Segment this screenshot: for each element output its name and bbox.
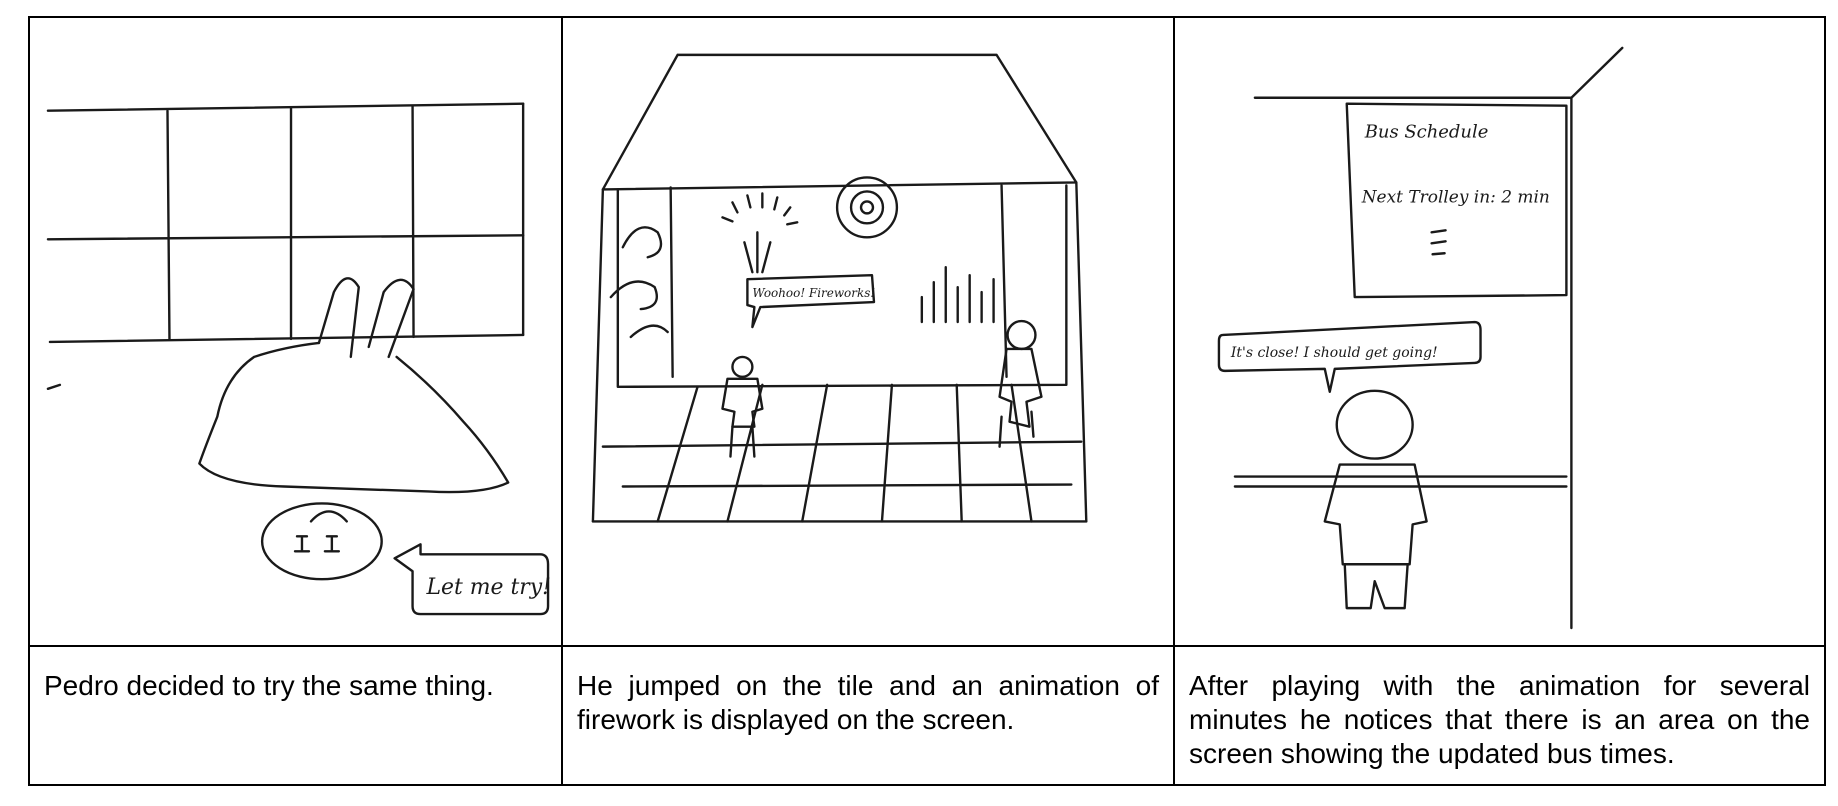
panel-3-speech-text: It's close! I should get going! — [1230, 345, 1438, 361]
panel-1-speech-text: Let me try! — [426, 575, 551, 600]
panel-3-screen-title: Bus Schedule — [1364, 122, 1489, 143]
panel-2-speech-text: Woohoo! Fireworks! — [752, 286, 875, 300]
storyboard-table: Let me try! Woohoo! Fireworks! Bus Sched… — [28, 16, 1826, 786]
panel-2-drawing: Woohoo! Fireworks! — [591, 53, 1088, 523]
panel-2-sketch: Woohoo! Fireworks! — [563, 18, 1175, 647]
panel-3-sketch: Bus Schedule Next Trolley in: 2 min It's… — [1175, 18, 1824, 647]
panel-3-screen-line: Next Trolley in: 2 min — [1361, 186, 1550, 206]
panel-2-caption: He jumped on the tile and an animation o… — [563, 647, 1175, 784]
panel-3-drawing: Bus Schedule Next Trolley in: 2 min It's… — [1217, 46, 1624, 630]
panel-1-sketch: Let me try! — [30, 18, 563, 647]
panel-1-caption: Pedro decided to try the same thing. — [30, 647, 563, 784]
panel-3-caption: After playing with the animation for sev… — [1189, 670, 1810, 769]
panel-1-drawing: Let me try! — [46, 102, 551, 616]
